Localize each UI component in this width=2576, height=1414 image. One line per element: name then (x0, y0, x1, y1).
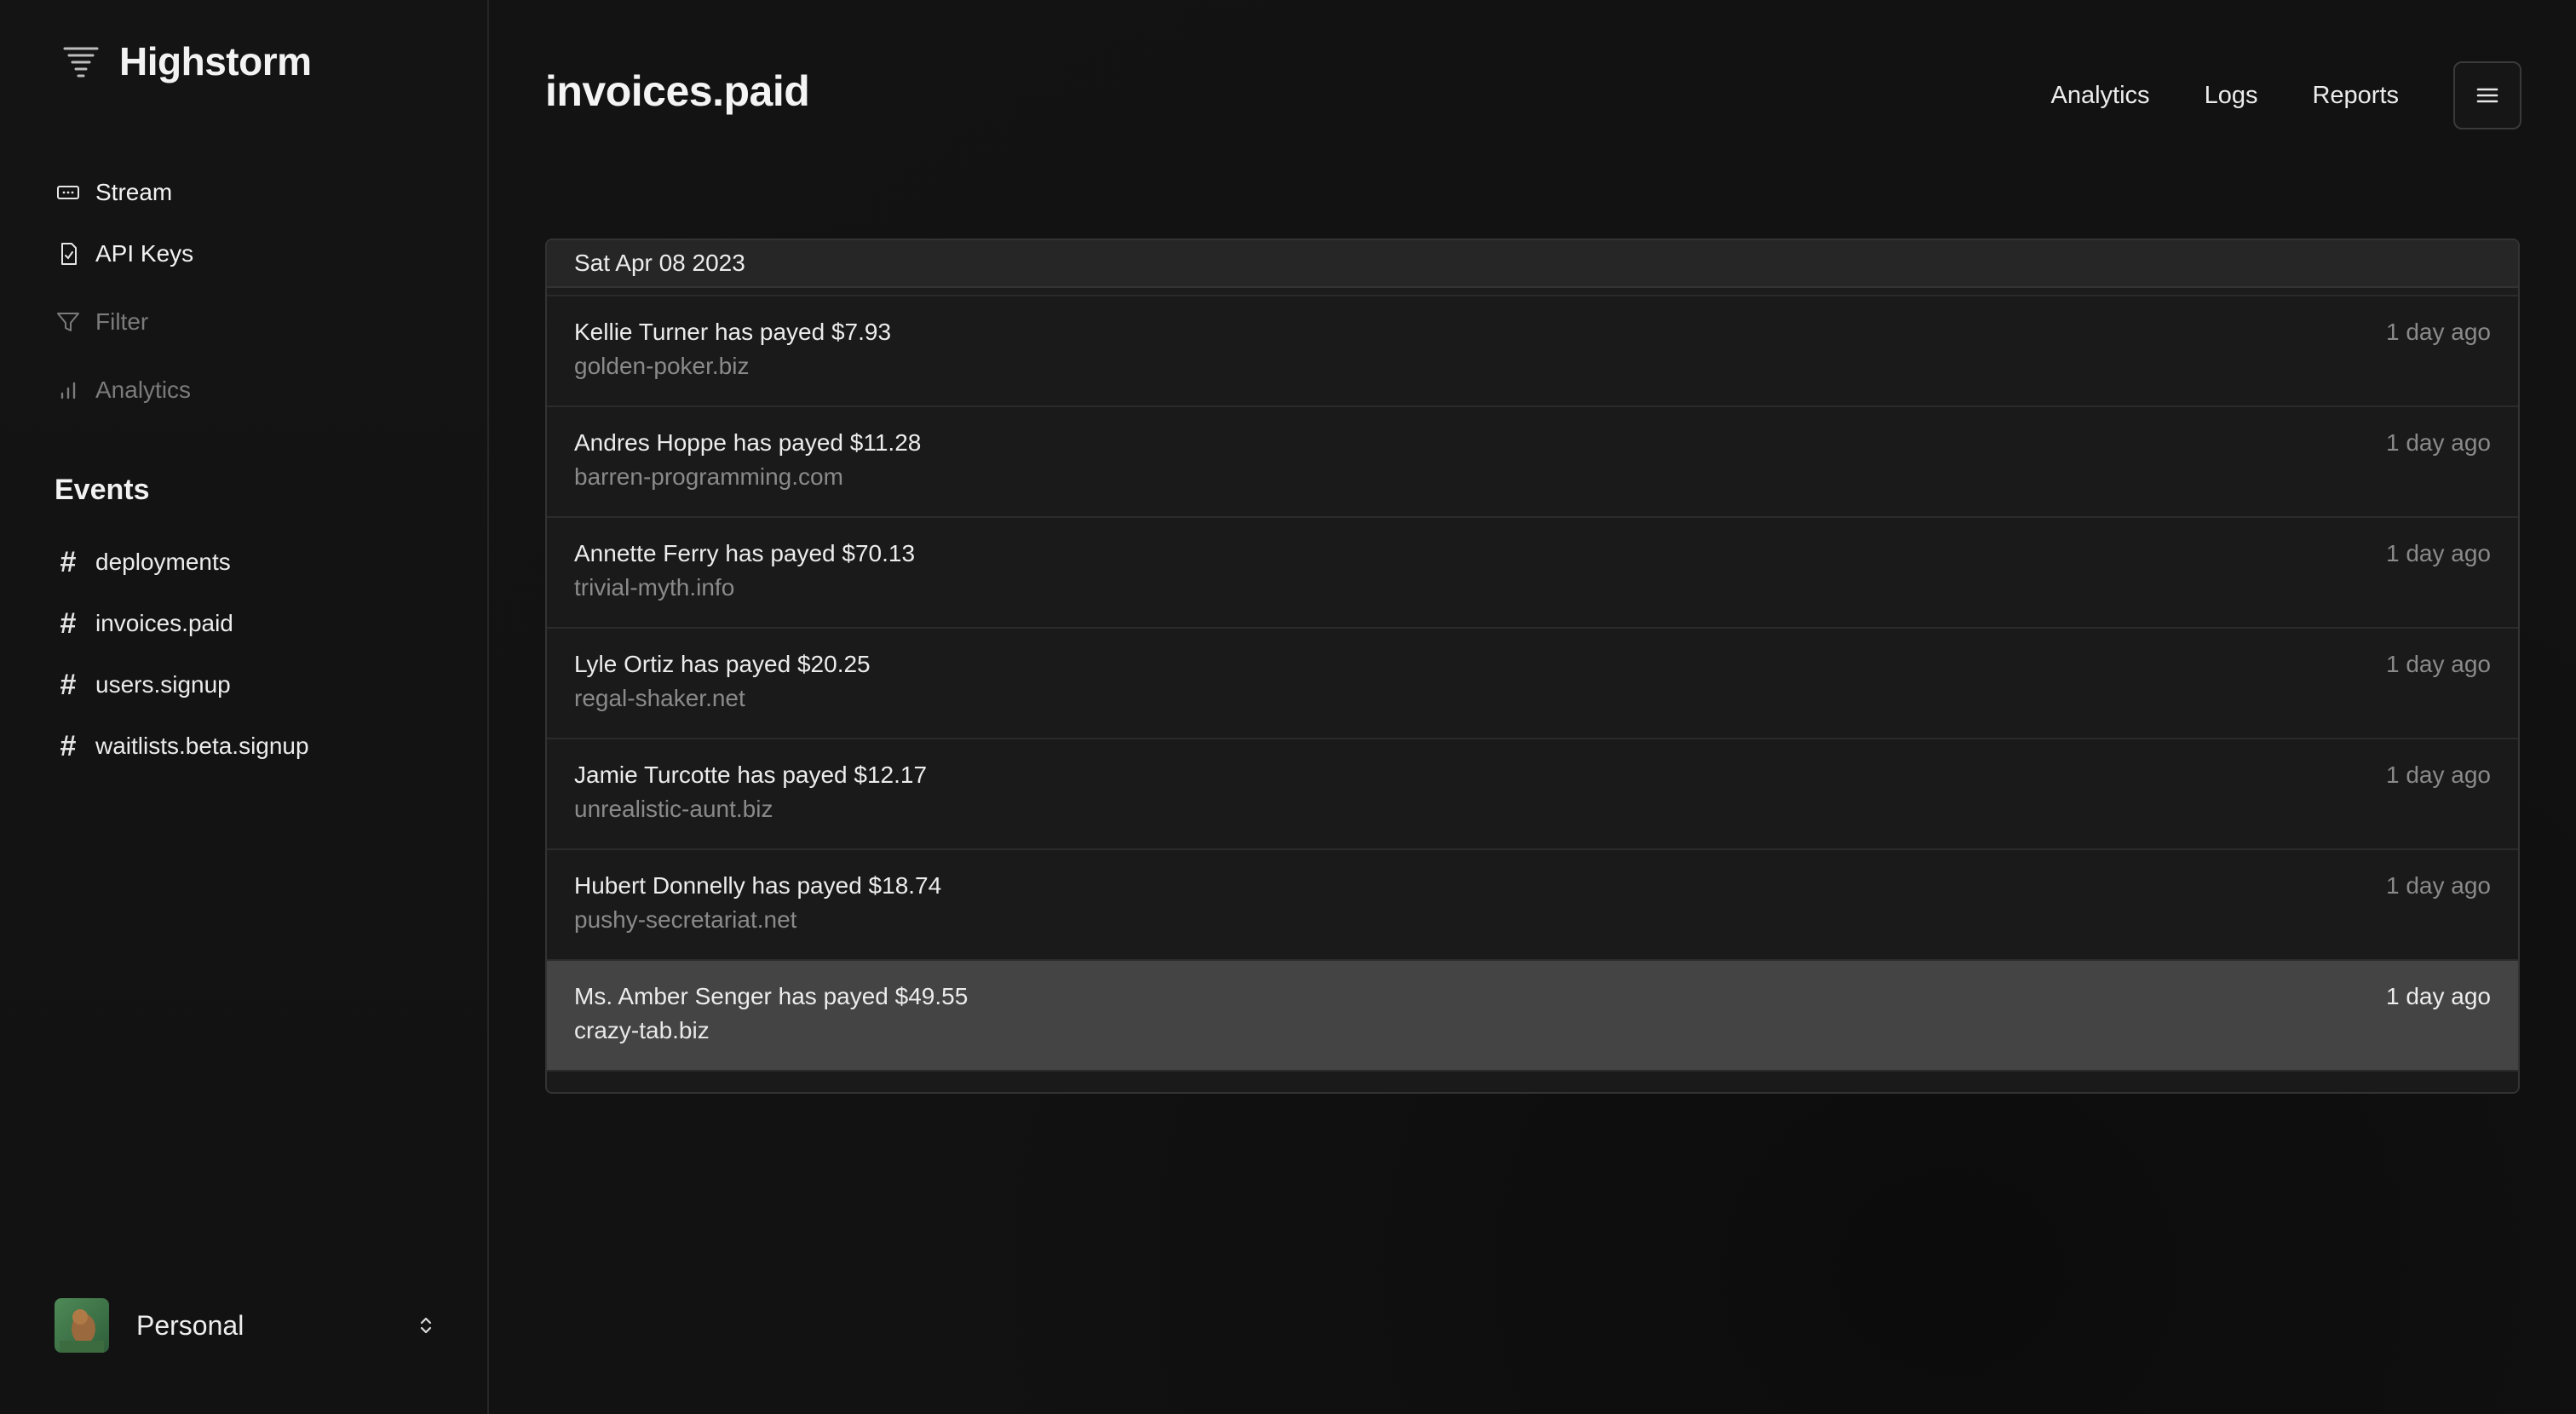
hash-icon: # (60, 729, 77, 762)
events-heading: Events (55, 474, 150, 506)
event-domain: barren-programming.com (574, 463, 843, 490)
sidebar-item-deployments[interactable]: # deployments (55, 532, 446, 593)
hamburger-icon (2476, 88, 2498, 103)
logo-icon (63, 47, 99, 78)
analytics-icon (55, 376, 82, 404)
sidebar: Highstorm Stream API Keys Filter Analyti… (0, 0, 489, 1414)
sidebar-item-invoices-paid[interactable]: # invoices.paid (55, 593, 446, 654)
hash-icon: # (60, 606, 77, 640)
list-item[interactable]: Lyle Ortiz has payed $20.25 regal-shaker… (547, 629, 2518, 739)
brand[interactable]: Highstorm (61, 34, 312, 89)
event-label: waitlists.beta.signup (95, 733, 309, 759)
date-header: Sat Apr 08 2023 (547, 240, 2518, 288)
top-nav: Analytics Logs Reports (1997, 61, 2521, 129)
avatar (55, 1298, 109, 1353)
hash-icon: # (60, 545, 77, 578)
sidebar-item-label: Stream (95, 179, 173, 205)
workspace-switcher[interactable]: Personal (55, 1296, 438, 1354)
hash-icon: # (60, 668, 77, 701)
event-label: invoices.paid (95, 610, 233, 636)
event-domain: golden-poker.biz (574, 353, 750, 379)
event-time: 1 day ago (2386, 983, 2491, 1009)
sidebar-item-users-signup[interactable]: # users.signup (55, 654, 446, 716)
sidebar-item-waitlists-beta-signup[interactable]: # waitlists.beta.signup (55, 716, 446, 777)
event-domain: crazy-tab.biz (574, 1017, 710, 1043)
event-domain: unrealistic-aunt.biz (574, 796, 773, 822)
sidebar-item-api-keys[interactable]: API Keys (55, 223, 446, 285)
event-title: Lyle Ortiz has payed $20.25 (574, 651, 871, 677)
list-item[interactable]: Hubert Donnelly has payed $18.74 pushy-s… (547, 850, 2518, 961)
event-title: Kellie Turner has payed $7.93 (574, 319, 892, 345)
event-title: Annette Ferry has payed $70.13 (574, 540, 916, 566)
stream-icon (55, 179, 82, 206)
event-title: Jamie Turcotte has payed $12.17 (574, 762, 928, 788)
list-item[interactable]: Andres Hoppe has payed $11.28 barren-pro… (547, 407, 2518, 518)
brand-name: Highstorm (119, 39, 312, 83)
event-time: 1 day ago (2386, 429, 2491, 456)
list-item[interactable]: Annette Ferry has payed $70.13 trivial-m… (547, 518, 2518, 629)
sidebar-item-label: Analytics (95, 376, 192, 403)
divider (547, 288, 2518, 296)
sidebar-nav: Stream API Keys Filter Analytics (55, 162, 446, 421)
sidebar-item-filter[interactable]: Filter (55, 291, 446, 353)
sidebar-item-label: Filter (95, 308, 149, 335)
event-feed: Sat Apr 08 2023 Kellie Turner has payed … (545, 239, 2520, 1094)
event-time: 1 day ago (2386, 540, 2491, 566)
menu-button[interactable] (2453, 61, 2521, 129)
nav-link-logs[interactable]: Logs (2205, 82, 2258, 110)
event-time: 1 day ago (2386, 319, 2491, 345)
list-item[interactable]: Jamie Turcotte has payed $12.17 unrealis… (547, 739, 2518, 850)
event-domain: pushy-secretariat.net (574, 906, 797, 933)
nav-link-reports[interactable]: Reports (2312, 82, 2399, 110)
event-label: deployments (95, 549, 231, 575)
event-title: Andres Hoppe has payed $11.28 (574, 429, 922, 456)
event-title: Hubert Donnelly has payed $18.74 (574, 872, 942, 899)
sidebar-item-analytics[interactable]: Analytics (55, 359, 446, 421)
sidebar-item-stream[interactable]: Stream (55, 162, 446, 223)
sidebar-item-label: API Keys (95, 240, 194, 267)
app: Highstorm Stream API Keys Filter Analyti… (0, 0, 2576, 1414)
event-time: 1 day ago (2386, 762, 2491, 788)
chevron-up-down-icon (420, 1317, 432, 1334)
event-label: users.signup (95, 671, 231, 698)
event-time: 1 day ago (2386, 651, 2491, 677)
event-domain: trivial-myth.info (574, 574, 735, 601)
main-content: invoices.paid Analytics Logs Reports Sat… (489, 0, 2576, 1414)
list-item-highlighted[interactable]: Ms. Amber Senger has payed $49.55 crazy-… (547, 961, 2518, 1072)
nav-link-analytics[interactable]: Analytics (2051, 82, 2150, 110)
api-keys-icon (55, 240, 82, 267)
workspace-name: Personal (136, 1309, 244, 1341)
filter-icon (55, 308, 82, 336)
events-list: # deployments # invoices.paid # users.si… (55, 532, 446, 777)
list-item[interactable]: Kellie Turner has payed $7.93 golden-pok… (547, 296, 2518, 407)
event-domain: regal-shaker.net (574, 685, 745, 711)
event-title: Ms. Amber Senger has payed $49.55 (574, 983, 969, 1009)
event-time: 1 day ago (2386, 872, 2491, 899)
page-title: invoices.paid (545, 67, 810, 115)
